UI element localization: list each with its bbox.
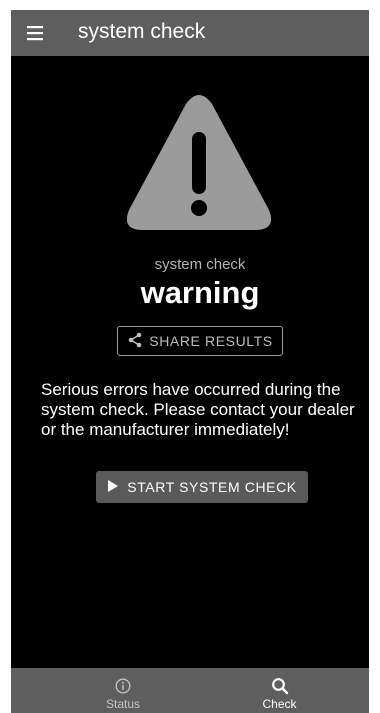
play-icon xyxy=(107,479,119,496)
start-system-check-button[interactable]: START SYSTEM CHECK xyxy=(96,471,308,503)
app-title: system check xyxy=(78,20,206,43)
share-results-button[interactable]: SHARE RESULTS xyxy=(117,326,283,356)
info-icon xyxy=(115,677,131,695)
share-icon xyxy=(127,332,143,351)
nav-item-label: Check xyxy=(262,697,297,711)
nav-item-check[interactable]: Check xyxy=(190,668,369,713)
status-headline: warning xyxy=(140,275,260,310)
search-icon xyxy=(271,677,289,695)
nav-item-status[interactable]: Status xyxy=(33,668,213,713)
nav-item-label: Status xyxy=(105,697,141,711)
app-screen: system check system check warning SHARE … xyxy=(11,10,369,713)
start-system-check-label: START SYSTEM CHECK xyxy=(127,479,297,495)
warning-triangle-icon xyxy=(123,92,275,239)
share-results-label: SHARE RESULTS xyxy=(149,333,273,349)
bottom-navigation: Status Check xyxy=(11,668,369,713)
status-subtitle: system check xyxy=(154,256,246,273)
error-message: Serious errors have occurred during the … xyxy=(41,380,355,439)
hamburger-menu-icon[interactable] xyxy=(25,22,47,44)
app-bar: system check xyxy=(11,10,369,56)
